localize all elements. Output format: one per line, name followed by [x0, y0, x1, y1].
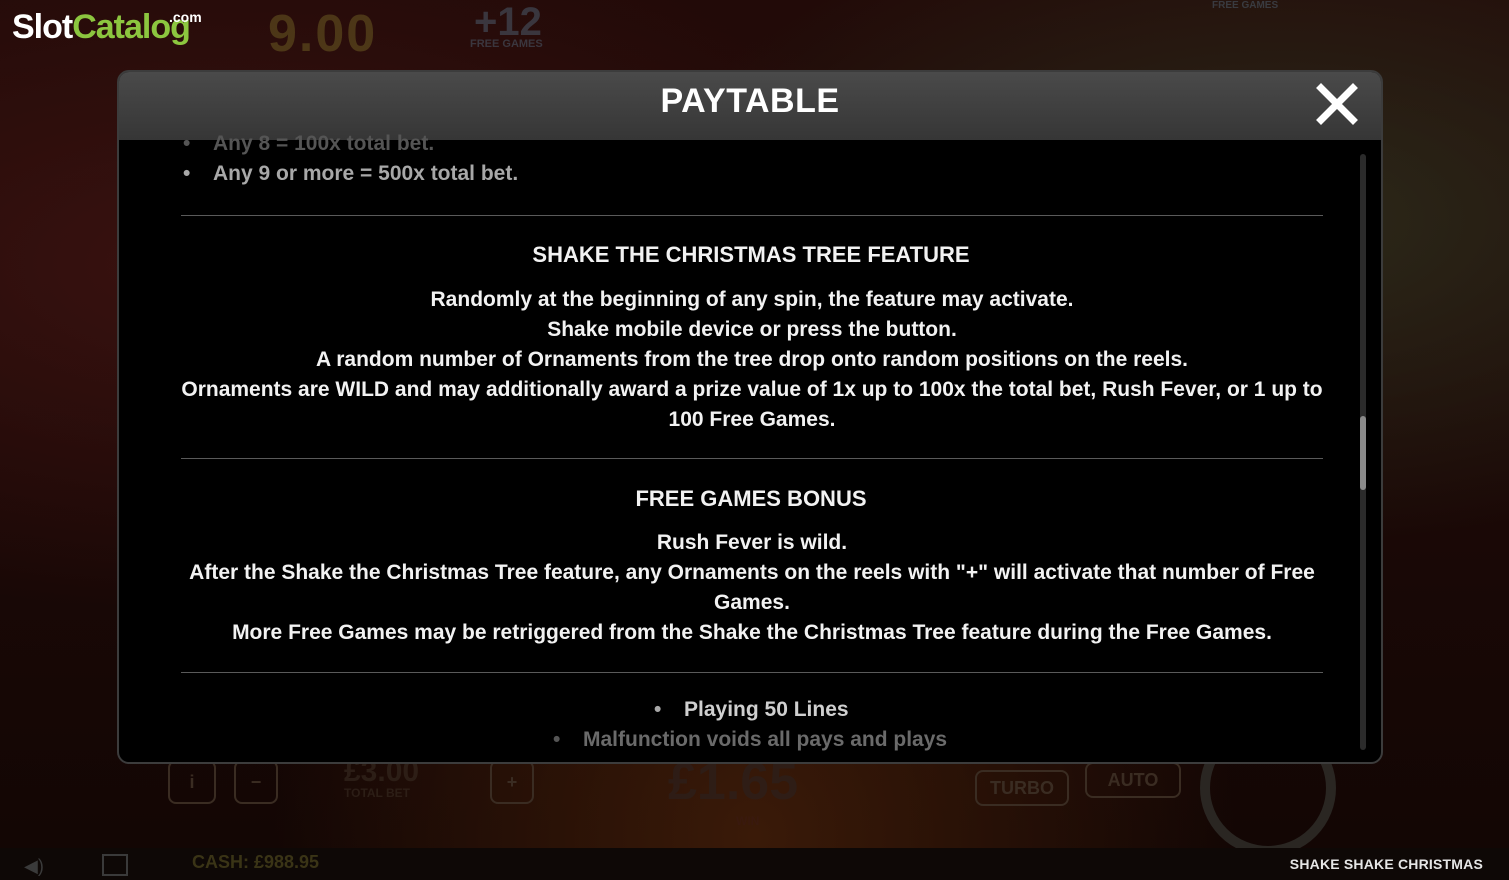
section-divider [181, 672, 1323, 673]
list-item: Any 9 or more = 500x total bet. [183, 162, 518, 186]
paytable-modal: PAYTABLE Any 8 = 100x total bet. Any 9 o… [117, 70, 1383, 764]
section-title-free-games: FREE GAMES BONUS [635, 486, 867, 511]
scrollbar[interactable] [1360, 154, 1366, 750]
game-title: SHAKE SHAKE CHRISTMAS [1289, 856, 1483, 872]
bet-minus-button[interactable]: − [234, 760, 278, 804]
turbo-button[interactable]: TURBO [975, 770, 1069, 806]
paytable-content[interactable]: Any 8 = 100x total bet. Any 9 or more = … [119, 132, 1381, 762]
bg-free-games-label: FREE GAMES [470, 38, 543, 50]
text-line: Shake mobile device or press the button. [547, 318, 957, 341]
text-line: After the Shake the Christmas Tree featu… [189, 561, 1315, 614]
free-games-text: Rush Fever is wild. After the Shake the … [181, 528, 1323, 648]
cash-balance: CASH: £988.95 [192, 852, 320, 872]
bet-plus-button[interactable]: + [490, 760, 534, 804]
close-icon [1316, 83, 1358, 125]
text-line: Ornaments are WILD and may additionally … [181, 378, 1323, 431]
logo-suffix: .com [169, 9, 202, 25]
fullscreen-icon[interactable] [102, 854, 128, 876]
bg-win-label: WIN [736, 814, 760, 828]
sound-icon[interactable]: ◀) [24, 856, 44, 877]
list-item: Malfunction voids all pays and plays [553, 728, 947, 752]
modal-title: PAYTABLE [660, 82, 840, 120]
text-line: More Free Games may be retriggered from … [232, 621, 1272, 644]
logo-part-slot: Slot [12, 8, 73, 46]
close-button[interactable] [1315, 82, 1359, 126]
shake-feature-text: Randomly at the beginning of any spin, t… [181, 285, 1323, 435]
text-line: Rush Fever is wild. [656, 531, 848, 554]
text-line: A random number of Ornaments from the tr… [316, 348, 1188, 371]
section-divider [181, 215, 1323, 216]
scroll-thumb[interactable] [1360, 416, 1366, 490]
slotcatalog-logo: SlotCatalog .com [12, 8, 202, 47]
bg-top-value: 9.00 [268, 5, 378, 63]
list-item: Playing 50 Lines [654, 698, 849, 722]
auto-button[interactable]: AUTO [1085, 762, 1181, 798]
bg-total-bet-label: TOTAL BET [344, 786, 410, 800]
bg-top-right-label: FREE GAMES [1212, 0, 1279, 11]
section-divider [181, 458, 1323, 459]
text-line: Randomly at the beginning of any spin, t… [430, 288, 1074, 311]
list-item: Any 8 = 100x total bet. [183, 132, 434, 156]
info-button[interactable]: i [168, 760, 216, 804]
modal-header: PAYTABLE [119, 72, 1381, 140]
section-title-shake-feature: SHAKE THE CHRISTMAS TREE FEATURE [532, 242, 970, 267]
